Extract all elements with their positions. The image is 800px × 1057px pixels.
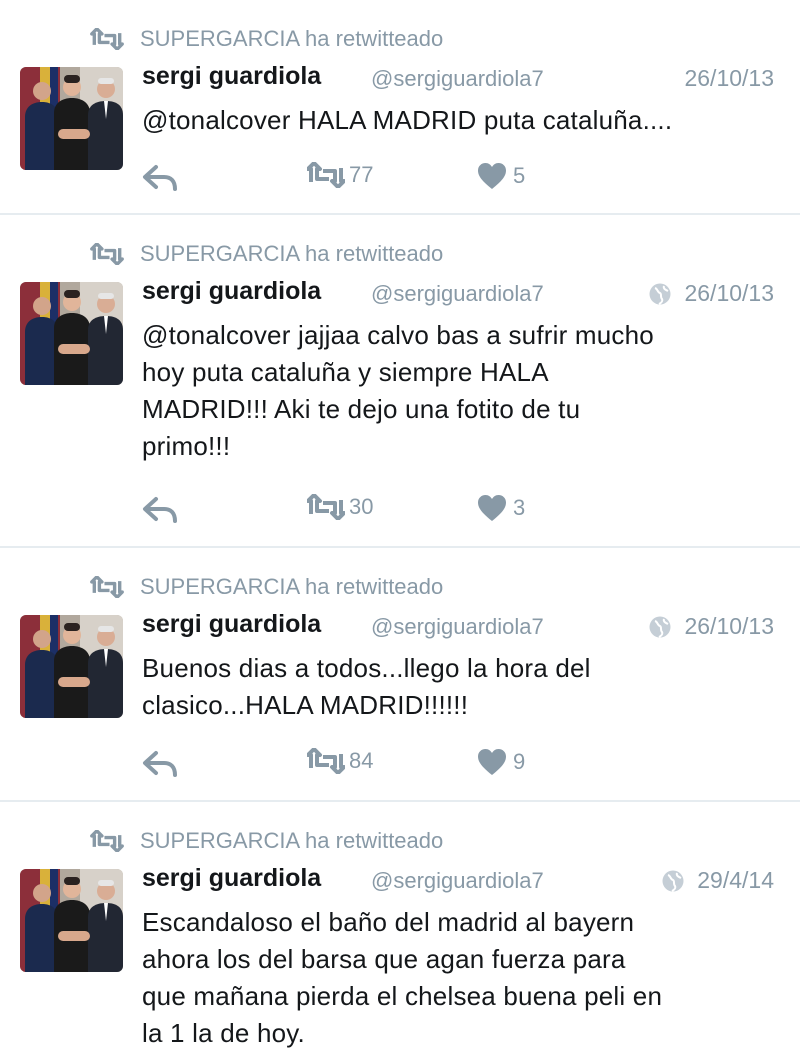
tweet-text: @tonalcover HALA MADRID puta cataluña...… <box>142 102 782 139</box>
author-name[interactable]: sergi guardiola <box>142 610 321 639</box>
like-count: 3 <box>513 495 526 520</box>
tweet-date-text: 29/4/14 <box>697 867 774 893</box>
author-handle[interactable]: @sergiguardiola7 <box>371 66 544 92</box>
tweet-text-line: hoy puta cataluña y siempre HALA <box>142 357 549 387</box>
tweet-text-line: que mañana pierda el chelsea buena peli … <box>142 981 663 1011</box>
retweeted-by-row: SUPERGARCIA ha retwitteado <box>90 239 443 269</box>
retweeted-by-label: SUPERGARCIA ha retwitteado <box>140 574 444 599</box>
retweet-small-icon <box>90 830 124 852</box>
retweet-icon <box>307 494 345 520</box>
avatar[interactable] <box>20 869 123 972</box>
retweet-icon <box>307 748 345 774</box>
avatar[interactable] <box>20 67 123 170</box>
author-name[interactable]: sergi guardiola <box>142 277 321 306</box>
retweeted-by-label: SUPERGARCIA ha retwitteado <box>140 26 444 51</box>
reply-icon[interactable] <box>142 496 178 524</box>
like-button[interactable]: 9 <box>477 748 525 776</box>
tweet-header: sergi guardiola @sergiguardiola7 26/10/1… <box>142 60 782 96</box>
tweet-date[interactable]: 29/4/14 <box>661 867 774 894</box>
tweet-text: Buenos dias a todos...llego la hora del … <box>142 650 782 724</box>
tweet-text-line: ahora los del barsa que agan fuerza para <box>142 944 626 974</box>
tweet[interactable]: SUPERGARCIA ha retwitteado sergi guardio… <box>0 0 800 215</box>
heart-icon <box>477 162 507 190</box>
retweeted-by-row: SUPERGARCIA ha retwitteado <box>90 24 443 54</box>
like-button[interactable]: 5 <box>477 162 525 190</box>
tweet-actions: 77 5 <box>142 160 582 196</box>
tweet-actions: 30 3 <box>142 492 582 528</box>
author-name[interactable]: sergi guardiola <box>142 864 321 893</box>
tweet-actions: 84 9 <box>142 746 582 782</box>
tweet-text: Escandaloso el baño del madrid al bayern… <box>142 904 782 1052</box>
like-button[interactable]: 3 <box>477 494 525 522</box>
reply-icon[interactable] <box>142 164 178 192</box>
retweet-button[interactable]: 84 <box>307 748 373 774</box>
globe-icon <box>661 869 685 893</box>
tweet[interactable]: SUPERGARCIA ha retwitteado sergi guardio… <box>0 802 800 1057</box>
tweet-date[interactable]: 26/10/13 <box>648 280 774 307</box>
tweet-date[interactable]: 26/10/13 <box>648 613 774 640</box>
author-handle[interactable]: @sergiguardiola7 <box>371 281 544 307</box>
heart-icon <box>477 494 507 522</box>
reply-icon[interactable] <box>142 750 178 778</box>
tweet-text-line: Escandaloso el baño del madrid al bayern <box>142 907 635 937</box>
retweet-icon <box>307 162 345 188</box>
retweet-small-icon <box>90 576 124 598</box>
tweet-date-text: 26/10/13 <box>684 65 774 91</box>
retweet-count: 30 <box>349 494 374 519</box>
retweeted-by-label: SUPERGARCIA ha retwitteado <box>140 241 444 266</box>
tweet-text-line: @tonalcover HALA MADRID puta cataluña...… <box>142 105 673 135</box>
heart-icon <box>477 748 507 776</box>
retweet-button[interactable]: 30 <box>307 494 373 520</box>
tweet-date[interactable]: 26/10/13 <box>684 65 774 92</box>
retweet-button[interactable]: 77 <box>307 162 373 188</box>
author-handle[interactable]: @sergiguardiola7 <box>371 868 544 894</box>
tweet-text-line: @tonalcover jajjaa calvo bas a sufrir mu… <box>142 320 654 350</box>
retweet-count: 77 <box>349 162 374 187</box>
tweet-text: @tonalcover jajjaa calvo bas a sufrir mu… <box>142 317 782 465</box>
tweet-date-text: 26/10/13 <box>684 613 774 639</box>
tweet-text-line: clasico...HALA MADRID!!!!!! <box>142 690 469 720</box>
tweet-date-text: 26/10/13 <box>684 280 774 306</box>
avatar[interactable] <box>20 282 123 385</box>
tweet[interactable]: SUPERGARCIA ha retwitteado sergi guardio… <box>0 215 800 548</box>
author-name[interactable]: sergi guardiola <box>142 62 321 91</box>
globe-icon <box>648 615 672 639</box>
tweet[interactable]: SUPERGARCIA ha retwitteado sergi guardio… <box>0 548 800 802</box>
tweet-text-line: primo!!! <box>142 431 231 461</box>
author-handle[interactable]: @sergiguardiola7 <box>371 614 544 640</box>
retweet-small-icon <box>90 243 124 265</box>
tweet-header: sergi guardiola @sergiguardiola7 29/4/14 <box>142 862 782 898</box>
retweeted-by-label: SUPERGARCIA ha retwitteado <box>140 828 444 853</box>
tweet-header: sergi guardiola @sergiguardiola7 26/10/1… <box>142 275 782 311</box>
retweeted-by-row: SUPERGARCIA ha retwitteado <box>90 826 443 856</box>
tweet-header: sergi guardiola @sergiguardiola7 26/10/1… <box>142 608 782 644</box>
avatar[interactable] <box>20 615 123 718</box>
tweet-text-line: la 1 la de hoy. <box>142 1018 305 1048</box>
retweet-small-icon <box>90 28 124 50</box>
tweet-text-line: Buenos dias a todos...llego la hora del <box>142 653 591 683</box>
retweeted-by-row: SUPERGARCIA ha retwitteado <box>90 572 443 602</box>
globe-icon <box>648 282 672 306</box>
tweet-text-line: MADRID!!! Aki te dejo una fotito de tu <box>142 394 581 424</box>
like-count: 9 <box>513 749 526 774</box>
retweet-count: 84 <box>349 748 374 773</box>
like-count: 5 <box>513 163 526 188</box>
